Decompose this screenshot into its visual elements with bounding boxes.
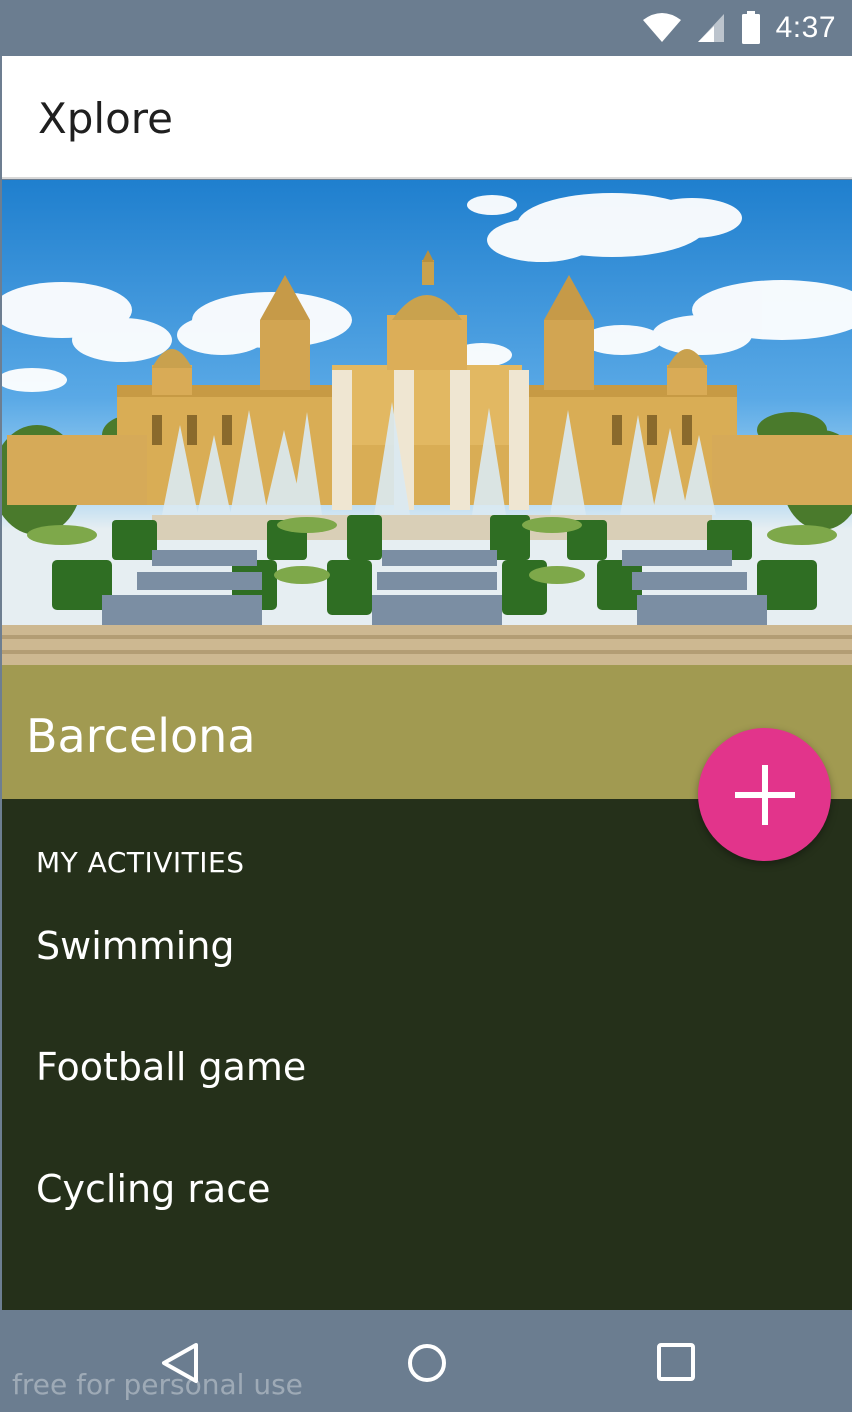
wifi-icon	[642, 13, 681, 42]
app-bar: Xplore	[2, 56, 852, 179]
activities-list: MY ACTIVITIES Swimming Football game Cyc…	[2, 799, 852, 1310]
cascades	[102, 550, 767, 625]
add-activity-button[interactable]	[698, 728, 831, 861]
status-time: 4:37	[775, 11, 836, 44]
status-bar: 4:37	[0, 0, 852, 56]
app-title: Xplore	[38, 94, 173, 143]
battery-icon	[741, 11, 760, 44]
activity-item-cycling-race[interactable]: Cycling race	[36, 1167, 271, 1211]
activity-item-swimming[interactable]: Swimming	[36, 924, 235, 968]
home-icon[interactable]	[406, 1342, 448, 1384]
city-name: Barcelona	[26, 709, 256, 763]
recents-icon[interactable]	[656, 1342, 696, 1382]
cell-signal-icon	[697, 14, 724, 42]
activities-header: MY ACTIVITIES	[36, 846, 245, 879]
step-line	[2, 650, 852, 654]
steps	[2, 625, 852, 665]
activity-item-football-game[interactable]: Football game	[36, 1045, 306, 1089]
hero-illustration	[2, 193, 852, 665]
watermark-text: free for personal use	[12, 1368, 303, 1401]
balustrade	[152, 515, 712, 540]
step-line	[2, 635, 852, 639]
plus-icon	[734, 764, 795, 825]
hero-image	[2, 180, 852, 665]
